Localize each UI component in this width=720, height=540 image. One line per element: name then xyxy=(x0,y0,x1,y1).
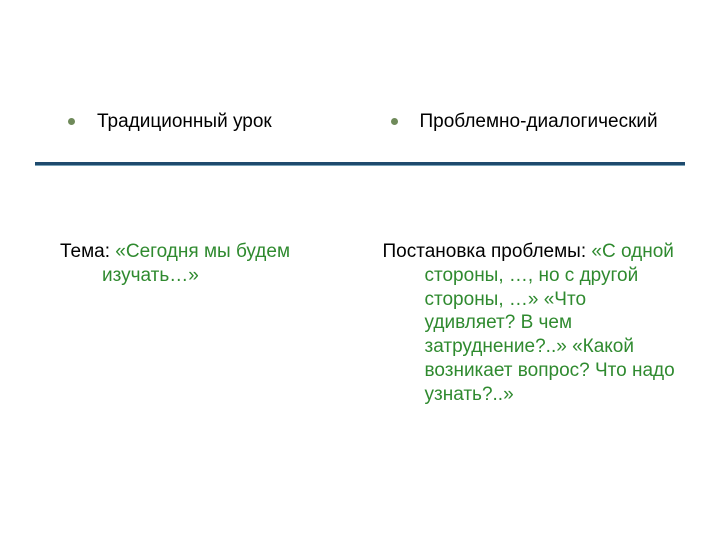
body-row: Тема: «Сегодня мы будем изучать…» Постан… xyxy=(60,240,675,406)
label-right: Постановка проблемы: xyxy=(383,241,587,262)
bullet-text-left: Традиционный урок xyxy=(97,110,272,134)
body-col-left: Тема: «Сегодня мы будем изучать…» xyxy=(60,240,373,406)
para-right: Постановка проблемы: «С одной стороны, …… xyxy=(383,240,676,406)
bullet-icon xyxy=(391,118,398,125)
heading-row: Традиционный урок Проблемно-диалогически… xyxy=(60,110,675,134)
slide: Традиционный урок Проблемно-диалогически… xyxy=(0,0,720,540)
para-left: Тема: «Сегодня мы будем изучать…» xyxy=(60,240,353,288)
label-left: Тема: xyxy=(60,241,110,262)
horizontal-divider xyxy=(35,162,685,166)
bullet-text-right: Проблемно-диалогический xyxy=(420,110,658,134)
text-left: «Сегодня мы будем изучать…» xyxy=(102,241,290,286)
bullet-item-right: Проблемно-диалогический xyxy=(383,110,676,134)
bullet-icon xyxy=(68,118,75,125)
body-col-right: Постановка проблемы: «С одной стороны, …… xyxy=(373,240,676,406)
text-right: «С одной стороны, …, но с другой стороны… xyxy=(425,241,675,405)
bullet-item-left: Традиционный урок xyxy=(60,110,353,134)
heading-col-left: Традиционный урок xyxy=(60,110,373,134)
heading-col-right: Проблемно-диалогический xyxy=(373,110,676,134)
